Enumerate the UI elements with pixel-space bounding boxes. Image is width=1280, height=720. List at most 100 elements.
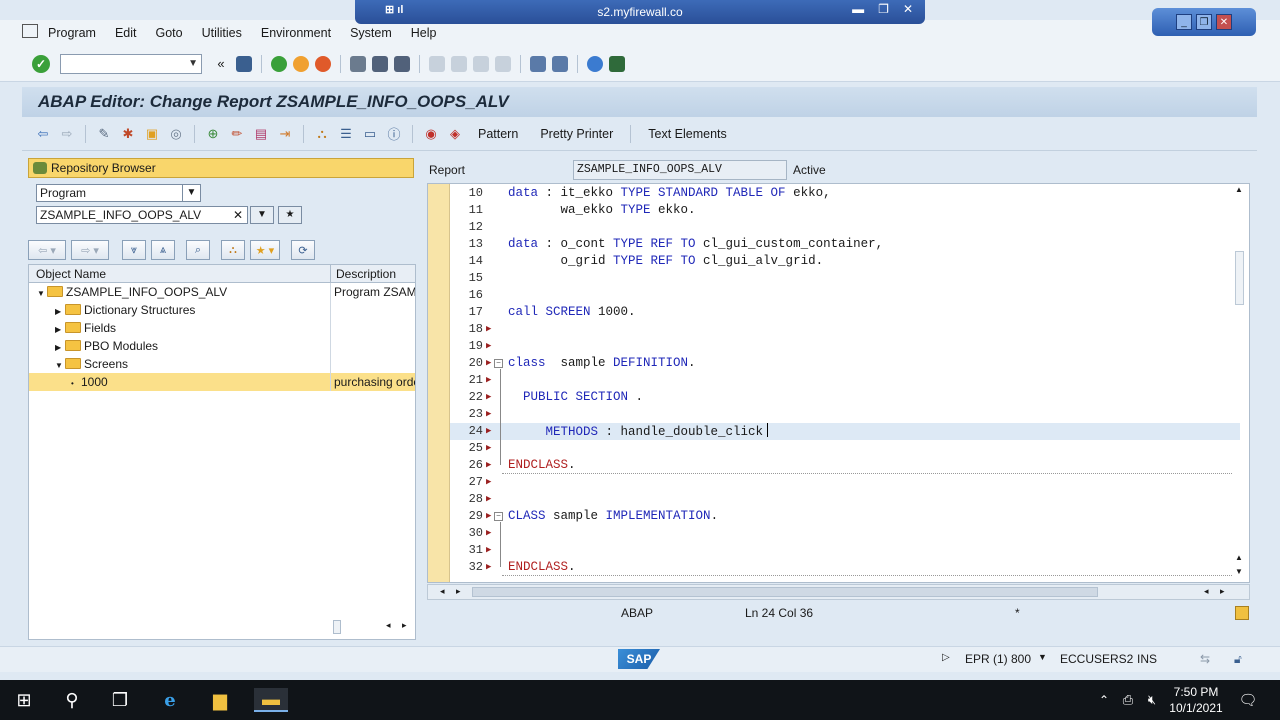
- taskbar-clock[interactable]: 7:50 PM 10/1/2021: [1168, 684, 1224, 716]
- volume-icon[interactable]: 🔇︎: [1140, 688, 1164, 712]
- code-line[interactable]: 24 ▶ METHODS : handle_double_click: [450, 423, 1240, 440]
- cancel-icon[interactable]: [315, 55, 331, 72]
- menu-edit[interactable]: Edit: [115, 26, 137, 40]
- tree-row[interactable]: ▶ Fields: [29, 319, 415, 337]
- code-line[interactable]: 21 ▶: [450, 372, 1240, 389]
- new-session-icon[interactable]: [530, 55, 546, 72]
- status-expand-icon[interactable]: ▷: [942, 652, 950, 663]
- remote-minimize-icon[interactable]: ▬: [852, 2, 864, 16]
- code-line[interactable]: 23 ▶: [450, 406, 1240, 423]
- list-icon[interactable]: ☰: [337, 125, 355, 143]
- menu-icon[interactable]: [22, 24, 38, 38]
- info-icon[interactable]: ⓘ: [385, 125, 403, 143]
- object-type-select[interactable]: Program ▼: [36, 184, 201, 202]
- back-icon[interactable]: [271, 55, 287, 72]
- collapse-arrow-icon[interactable]: ▼: [55, 357, 65, 373]
- scroll-up-icon[interactable]: ▲: [1235, 185, 1243, 194]
- system-info[interactable]: EPR (1) 800: [965, 652, 1031, 666]
- tree-node[interactable]: ▶ Dictionary Structures: [29, 301, 331, 319]
- expand-all-icon[interactable]: ⩔: [122, 240, 146, 260]
- previous-object-icon[interactable]: ⇦ ▾: [28, 240, 66, 260]
- edge-browser-icon[interactable]: e: [158, 688, 182, 712]
- pin-icon[interactable]: ⊞ ıl: [385, 3, 403, 16]
- pretty-printer-button[interactable]: Pretty Printer: [540, 127, 613, 141]
- minimize-icon[interactable]: _: [1176, 14, 1192, 30]
- menu-program[interactable]: Program: [48, 26, 96, 40]
- hierarchy-view-icon[interactable]: ⛬: [221, 240, 245, 260]
- external-breakpoint-icon[interactable]: ◈: [446, 125, 464, 143]
- notifications-icon[interactable]: 🗨︎: [1236, 688, 1260, 712]
- pattern-button[interactable]: Pattern: [478, 127, 518, 141]
- command-field[interactable]: ▼: [60, 53, 202, 74]
- menu-goto[interactable]: Goto: [155, 26, 182, 40]
- edit-object-icon[interactable]: ✏: [228, 125, 246, 143]
- editor-horizontal-scrollbar[interactable]: ◂ ▸ ◂ ▸: [427, 584, 1250, 600]
- refresh-icon[interactable]: ⟳: [291, 240, 315, 260]
- menu-utilities[interactable]: Utilities: [202, 26, 242, 40]
- exit-icon[interactable]: [293, 55, 309, 72]
- display-change-icon[interactable]: ✎: [95, 125, 113, 143]
- find-objects-icon[interactable]: ⌕: [186, 240, 210, 260]
- hierarchy-icon[interactable]: ⛬: [313, 125, 331, 143]
- lock-icon[interactable]: 🔓︎: [1234, 652, 1242, 667]
- forward-arrow-icon[interactable]: ⇨: [58, 125, 76, 143]
- code-line[interactable]: 29 ▶ − CLASS sample IMPLEMENTATION.: [450, 508, 1240, 525]
- fold-toggle-icon[interactable]: −: [494, 359, 503, 368]
- search-icon[interactable]: ⚲: [60, 688, 84, 712]
- code-line[interactable]: 19 ▶: [450, 338, 1240, 355]
- code-line[interactable]: 17 call SCREEN 1000.: [450, 304, 1240, 321]
- tray-expand-icon[interactable]: ⌃: [1092, 688, 1116, 712]
- editor-settings-icon[interactable]: [1235, 606, 1249, 620]
- code-line[interactable]: 30 ▶: [450, 525, 1240, 542]
- scroll-thumb[interactable]: [333, 620, 341, 634]
- code-line[interactable]: 13 data : o_cont TYPE REF TO cl_gui_custo…: [450, 236, 1240, 253]
- expand-arrow-icon[interactable]: ▶: [55, 339, 65, 355]
- collapse-all-icon[interactable]: ⩓: [151, 240, 175, 260]
- code-line[interactable]: 31 ▶: [450, 542, 1240, 559]
- code-line[interactable]: 11 wa_ekko TYPE ekko.: [450, 202, 1240, 219]
- code-line[interactable]: 10 data : it_ekko TYPE STANDARD TABLE OF …: [450, 185, 1240, 202]
- network-icon[interactable]: ⎙: [1116, 688, 1140, 712]
- back-arrow-icon[interactable]: ⇦: [34, 125, 52, 143]
- tree-row[interactable]: ▼ Screens: [29, 355, 415, 373]
- code-line[interactable]: 12: [450, 219, 1240, 236]
- chevron-down-icon[interactable]: ▼: [1038, 652, 1047, 662]
- code-editor[interactable]: 10 data : it_ekko TYPE STANDARD TABLE OF …: [427, 183, 1250, 583]
- text-elements-button[interactable]: Text Elements: [648, 127, 727, 141]
- test-icon[interactable]: ◎: [167, 125, 185, 143]
- code-line[interactable]: 18 ▶: [450, 321, 1240, 338]
- activate-icon[interactable]: ▣: [143, 125, 161, 143]
- collapse-arrow-icon[interactable]: ▼: [37, 285, 47, 301]
- enter-check-icon[interactable]: ✓: [32, 54, 50, 73]
- tree-node[interactable]: ▶ Fields: [29, 319, 331, 337]
- collapse-icon[interactable]: «: [212, 55, 230, 73]
- scroll-up-icon[interactable]: ▲: [1235, 553, 1243, 562]
- tree-horizontal-scrollbar[interactable]: ◂ ▸: [28, 618, 414, 638]
- chevron-down-icon[interactable]: ▼: [182, 185, 200, 201]
- display-object-button[interactable]: ★: [278, 206, 302, 224]
- scroll-down-icon[interactable]: ▼: [1235, 567, 1243, 576]
- task-view-icon[interactable]: ❐: [108, 688, 132, 712]
- clear-icon[interactable]: ✕: [233, 207, 243, 223]
- scroll-right-icon[interactable]: ▸: [402, 620, 407, 631]
- tree-node[interactable]: ▼ Screens: [29, 355, 331, 373]
- menu-help[interactable]: Help: [411, 26, 437, 40]
- code-line[interactable]: 26 ▶ ENDCLASS.: [450, 457, 1240, 474]
- fullscreen-icon[interactable]: ▭: [361, 125, 379, 143]
- tree-node[interactable]: ▼ ZSAMPLE_INFO_OOPS_ALV: [29, 283, 331, 301]
- code-line[interactable]: 15: [450, 270, 1240, 287]
- scroll-left-icon[interactable]: ◂: [1204, 586, 1209, 597]
- code-line[interactable]: 27 ▶: [450, 474, 1240, 491]
- menu-environment[interactable]: Environment: [261, 26, 331, 40]
- code-line[interactable]: 20 ▶ − class sample DEFINITION.: [450, 355, 1240, 372]
- check-syntax-icon[interactable]: ✱: [119, 125, 137, 143]
- code-line[interactable]: 25 ▶: [450, 440, 1240, 457]
- where-used-icon[interactable]: ⊕: [204, 125, 222, 143]
- find-icon[interactable]: [372, 55, 388, 72]
- scroll-thumb[interactable]: [472, 587, 1098, 597]
- tree-row[interactable]: • 1000 purchasing orde: [29, 373, 415, 391]
- enhance-icon[interactable]: ⇥: [276, 125, 294, 143]
- expand-arrow-icon[interactable]: ▶: [55, 303, 65, 319]
- scroll-left-icon[interactable]: ◂: [386, 620, 391, 631]
- layout-menu-icon[interactable]: [609, 55, 625, 72]
